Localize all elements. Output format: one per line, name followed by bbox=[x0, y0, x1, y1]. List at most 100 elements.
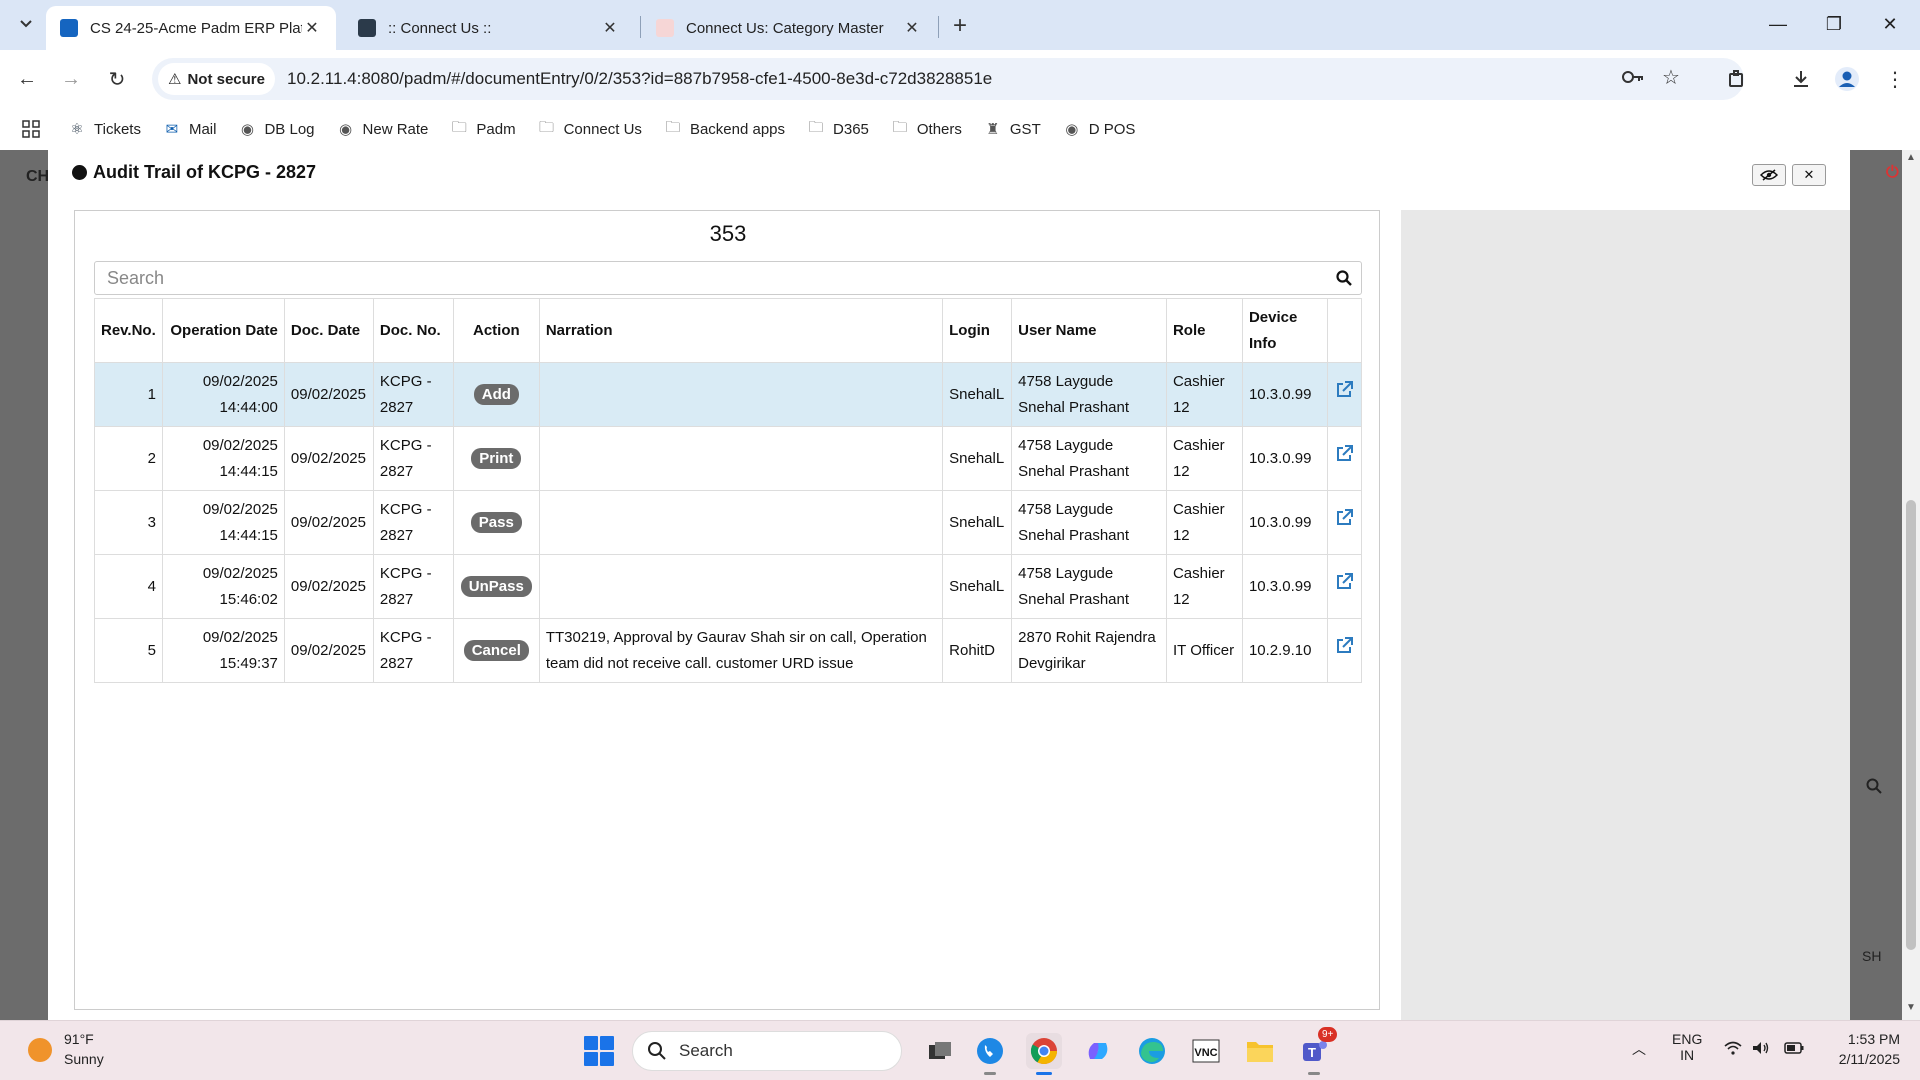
col-action[interactable]: Action bbox=[452, 298, 540, 363]
search-input[interactable] bbox=[95, 263, 1327, 293]
bookmark-folder-padm[interactable]: 🗀 Padm bbox=[450, 117, 516, 142]
minimize-icon[interactable]: — bbox=[1750, 0, 1806, 48]
battery-icon[interactable] bbox=[1784, 1041, 1804, 1057]
cell-rev-no: 5 bbox=[94, 618, 163, 683]
side-panel bbox=[1401, 210, 1850, 1020]
bookmark-db-log[interactable]: ◉ DB Log bbox=[238, 120, 315, 139]
page-scrollbar[interactable]: ▲ ▼ bbox=[1902, 150, 1920, 1020]
task-view-icon[interactable] bbox=[922, 1033, 958, 1069]
security-label: Not secure bbox=[187, 70, 265, 88]
show-hidden-icons-chevron-icon[interactable]: ︿ bbox=[1632, 1039, 1646, 1059]
col-login[interactable]: Login bbox=[942, 298, 1013, 363]
scroll-up-arrow-icon[interactable]: ▲ bbox=[1906, 152, 1916, 163]
bookmark-d-pos[interactable]: ◉ D POS bbox=[1063, 120, 1135, 139]
cell-link[interactable] bbox=[1326, 490, 1363, 555]
tab-connect-us[interactable]: :: Connect Us :: ✕ bbox=[344, 6, 634, 50]
language-indicator[interactable]: ENG IN bbox=[1672, 1031, 1702, 1063]
external-link-icon[interactable] bbox=[1334, 508, 1354, 528]
col-operation-date[interactable]: Operation Date bbox=[161, 298, 285, 363]
background-overlay-right: ⏻ SH bbox=[1850, 150, 1902, 1020]
table-row[interactable]: 1 09/02/2025 14:44:00 09/02/2025 KCPG -2827 A… bbox=[94, 362, 1363, 427]
edge-icon[interactable] bbox=[1134, 1033, 1170, 1069]
extensions-puzzle-icon[interactable] bbox=[1722, 64, 1752, 94]
col-narration[interactable]: Narration bbox=[538, 298, 944, 363]
browser-menu-dots-icon[interactable]: ⋮ bbox=[1880, 64, 1910, 94]
scroll-down-arrow-icon[interactable]: ▼ bbox=[1906, 1002, 1916, 1013]
close-tab-icon[interactable]: ✕ bbox=[600, 18, 620, 38]
reload-icon[interactable]: ↻ bbox=[102, 64, 132, 94]
cell-link[interactable] bbox=[1326, 362, 1363, 427]
cell-link[interactable] bbox=[1326, 554, 1363, 619]
tab-padm-erp[interactable]: CS 24-25-Acme Padm ERP Platf ✕ bbox=[46, 6, 336, 50]
bookmark-mail[interactable]: ✉ Mail bbox=[163, 120, 217, 139]
bookmark-new-rate[interactable]: ◉ New Rate bbox=[337, 120, 428, 139]
bookmark-folder-others[interactable]: 🗀 Others bbox=[891, 117, 962, 142]
col-doc-date[interactable]: Doc. Date bbox=[283, 298, 374, 363]
col-doc-no[interactable]: Doc. No. bbox=[372, 298, 454, 363]
wifi-icon[interactable] bbox=[1724, 1041, 1742, 1058]
scroll-thumb[interactable] bbox=[1906, 500, 1916, 950]
bookmark-folder-connect-us[interactable]: 🗀 Connect Us bbox=[538, 117, 642, 142]
address-bar[interactable]: ⚠ Not secure 10.2.11.4:8080/padm/#/docum… bbox=[152, 58, 1744, 100]
teams-icon[interactable]: T 9+ bbox=[1296, 1027, 1338, 1075]
bookmark-gst[interactable]: ♜ GST bbox=[984, 120, 1041, 139]
apps-grid-icon[interactable] bbox=[22, 120, 40, 138]
cell-doc-date: 09/02/2025 bbox=[283, 362, 374, 427]
cell-link[interactable] bbox=[1326, 618, 1363, 683]
power-icon[interactable]: ⏻ bbox=[1886, 164, 1899, 182]
copilot-icon[interactable] bbox=[1080, 1033, 1116, 1069]
browser-toolbar: ← → ↻ ⚠ Not secure 10.2.11.4:8080/padm/#… bbox=[0, 50, 1920, 108]
cell-link[interactable] bbox=[1326, 426, 1363, 491]
external-link-icon[interactable] bbox=[1334, 636, 1354, 656]
tab-search-chevron-icon[interactable] bbox=[12, 10, 40, 38]
sun-weather-icon[interactable] bbox=[28, 1038, 52, 1062]
bookmark-label: DB Log bbox=[264, 120, 315, 138]
modal-close-button[interactable]: ✕ bbox=[1792, 164, 1826, 186]
forward-arrow-icon[interactable]: → bbox=[56, 64, 86, 94]
vnc-viewer-icon[interactable]: VNC bbox=[1188, 1033, 1224, 1069]
external-link-icon[interactable] bbox=[1334, 380, 1354, 400]
external-link-icon[interactable] bbox=[1334, 572, 1354, 592]
search-icon[interactable] bbox=[1327, 270, 1361, 286]
col-user-name[interactable]: User Name bbox=[1011, 298, 1167, 363]
close-tab-icon[interactable]: ✕ bbox=[902, 18, 922, 38]
table-row[interactable]: 3 09/02/2025 14:44:15 09/02/2025 KCPG -2827 P… bbox=[94, 490, 1363, 555]
bookmark-star-icon[interactable]: ☆ bbox=[1662, 65, 1680, 90]
download-icon[interactable] bbox=[1786, 64, 1816, 94]
hide-eye-slash-button[interactable] bbox=[1752, 164, 1786, 186]
page-favicon-icon bbox=[656, 19, 674, 37]
close-tab-icon[interactable]: ✕ bbox=[302, 18, 322, 38]
chrome-icon[interactable] bbox=[1026, 1033, 1062, 1075]
phone-app-icon[interactable] bbox=[972, 1033, 1008, 1075]
password-key-icon[interactable] bbox=[1622, 67, 1644, 90]
tab-category-master[interactable]: Connect Us: Category Master ✕ bbox=[642, 6, 936, 50]
table-row[interactable]: 5 09/02/2025 15:49:37 09/02/2025 KCPG -2827 C… bbox=[94, 618, 1363, 683]
table-row[interactable]: 4 09/02/2025 15:46:02 09/02/2025 KCPG -2827 U… bbox=[94, 554, 1363, 619]
bookmark-folder-backend-apps[interactable]: 🗀 Backend apps bbox=[664, 117, 785, 142]
col-rev-no[interactable]: Rev.No. bbox=[94, 298, 163, 363]
system-clock[interactable]: 1:53 PM 2/11/2025 bbox=[1820, 1031, 1900, 1067]
table-row[interactable]: 2 09/02/2025 14:44:15 09/02/2025 KCPG -2827 P… bbox=[94, 426, 1363, 491]
cell-device-info: 10.2.9.10 bbox=[1241, 618, 1328, 683]
external-link-icon[interactable] bbox=[1334, 444, 1354, 464]
security-chip[interactable]: ⚠ Not secure bbox=[158, 63, 275, 95]
weather-condition[interactable]: Sunny bbox=[64, 1051, 104, 1067]
weather-temperature[interactable]: 91°F bbox=[64, 1031, 94, 1047]
windows-start-icon[interactable] bbox=[584, 1036, 614, 1066]
cell-narration bbox=[538, 554, 944, 619]
volume-icon[interactable] bbox=[1752, 1041, 1770, 1058]
bookmark-tickets[interactable]: ⚛ Tickets bbox=[68, 120, 141, 139]
back-arrow-icon[interactable]: ← bbox=[12, 64, 42, 94]
taskbar-search[interactable]: Search bbox=[632, 1031, 902, 1071]
cell-device-info: 10.3.0.99 bbox=[1241, 426, 1328, 491]
col-role[interactable]: Role bbox=[1165, 298, 1243, 363]
bookmark-folder-d365[interactable]: 🗀 D365 bbox=[807, 117, 869, 142]
url-text[interactable]: 10.2.11.4:8080/padm/#/documentEntry/0/2/… bbox=[287, 69, 992, 89]
new-tab-plus-icon[interactable]: + bbox=[946, 12, 974, 40]
file-explorer-icon[interactable] bbox=[1242, 1033, 1278, 1069]
window-close-icon[interactable]: ✕ bbox=[1862, 0, 1918, 48]
profile-avatar-icon[interactable] bbox=[1832, 64, 1862, 94]
cell-role: Cashier 12 bbox=[1165, 490, 1243, 555]
col-device-info[interactable]: Device Info bbox=[1241, 298, 1328, 363]
restore-icon[interactable]: ❐ bbox=[1806, 0, 1862, 48]
